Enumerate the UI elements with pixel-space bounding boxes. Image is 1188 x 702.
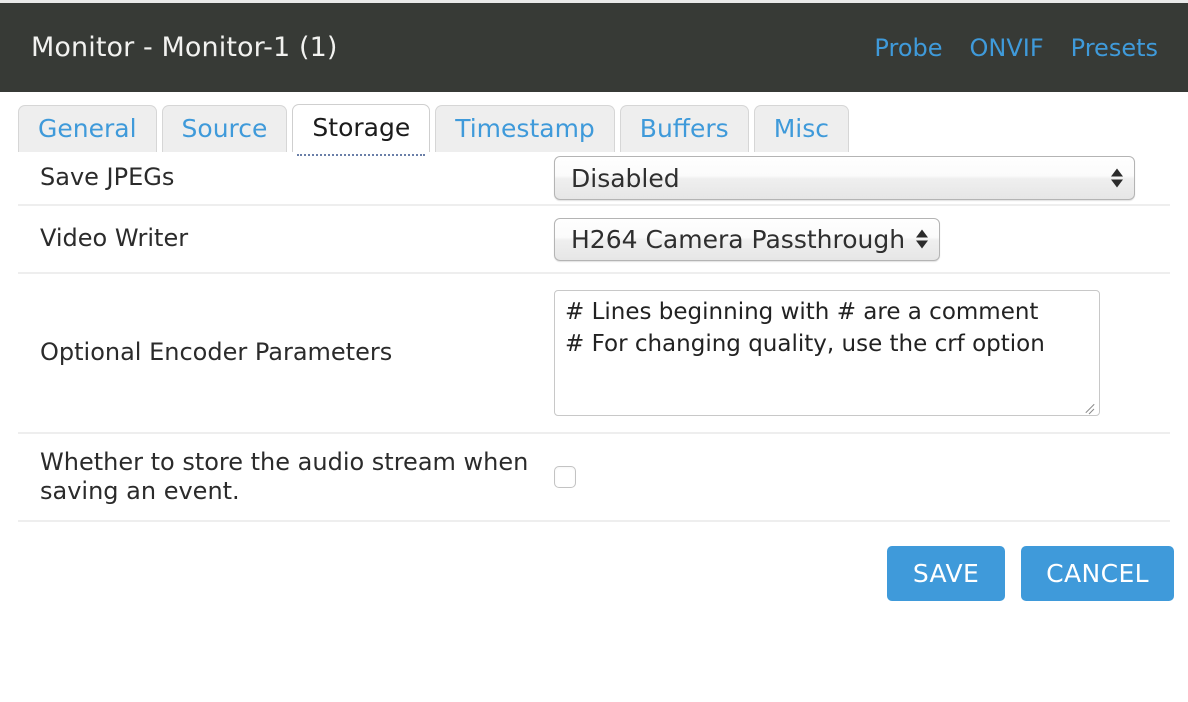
row-video-writer: Video Writer H264 Camera Passthrough	[18, 206, 1170, 274]
resize-grip-icon[interactable]	[1082, 399, 1096, 413]
tab-bar: General Source Storage Timestamp Buffers…	[0, 92, 1188, 156]
save-jpegs-select[interactable]: Disabled	[554, 156, 1135, 200]
form-actions: SAVE CANCEL	[0, 522, 1188, 601]
store-audio-checkbox[interactable]	[554, 466, 576, 488]
tab-misc[interactable]: Misc	[753, 104, 849, 152]
row-encoder-parameters: Optional Encoder Parameters # Lines begi…	[18, 274, 1170, 434]
tab-buffers[interactable]: Buffers	[619, 104, 749, 152]
chevron-updown-icon	[916, 229, 929, 249]
encoder-parameters-field: # Lines beginning with # are a comment #…	[554, 290, 1170, 416]
encoder-parameters-label: Optional Encoder Parameters	[40, 338, 393, 367]
save-button[interactable]: SAVE	[886, 546, 1006, 601]
video-writer-label: Video Writer	[40, 224, 189, 253]
monitor-settings-window: Monitor - Monitor-1 (1) Probe ONVIF Pres…	[0, 0, 1188, 702]
tab-general[interactable]: General	[18, 104, 157, 152]
presets-link[interactable]: Presets	[1071, 34, 1158, 62]
row-save-jpegs: Save JPEGs Disabled	[18, 152, 1170, 206]
tab-storage[interactable]: Storage	[292, 103, 431, 156]
probe-link[interactable]: Probe	[874, 34, 942, 62]
tab-timestamp[interactable]: Timestamp	[435, 104, 615, 152]
video-writer-field: H264 Camera Passthrough	[554, 217, 1170, 261]
store-audio-label: Whether to store the audio stream when s…	[40, 447, 529, 505]
store-audio-field	[554, 466, 1170, 488]
save-jpegs-label: Save JPEGs	[40, 163, 175, 192]
video-writer-selected-value: H264 Camera Passthrough	[571, 224, 906, 254]
encoder-parameters-textarea[interactable]: # Lines beginning with # are a comment #…	[554, 290, 1100, 416]
tab-source[interactable]: Source	[161, 104, 288, 152]
page-title: Monitor - Monitor-1 (1)	[31, 32, 338, 63]
onvif-link[interactable]: ONVIF	[970, 34, 1044, 62]
header-links: Probe ONVIF Presets	[874, 34, 1170, 62]
video-writer-select[interactable]: H264 Camera Passthrough	[554, 217, 941, 261]
window-titlebar: Monitor - Monitor-1 (1) Probe ONVIF Pres…	[0, 3, 1188, 92]
row-store-audio: Whether to store the audio stream when s…	[18, 434, 1170, 522]
chevron-updown-icon	[1111, 168, 1123, 188]
storage-settings-form: Save JPEGs Disabled Video Writer H264 Ca…	[0, 152, 1188, 522]
save-jpegs-field: Disabled	[554, 156, 1170, 200]
cancel-button[interactable]: CANCEL	[1021, 546, 1174, 601]
save-jpegs-selected-value: Disabled	[571, 163, 680, 193]
